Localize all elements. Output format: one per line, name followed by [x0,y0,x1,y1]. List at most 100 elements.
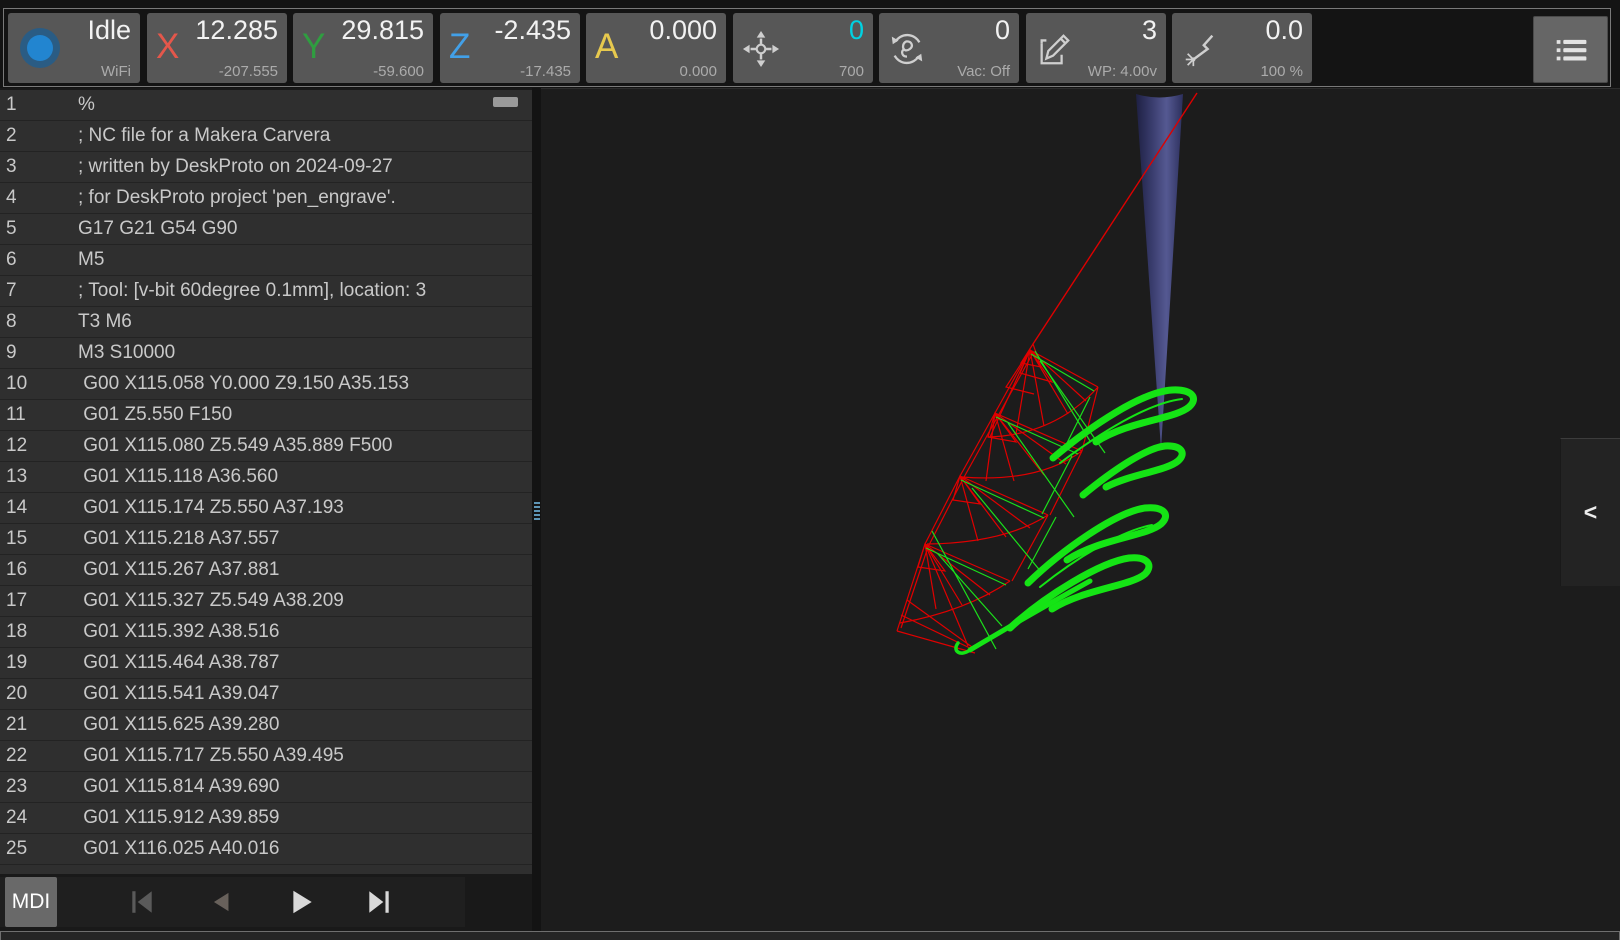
spindle-rotation-icon [888,30,926,68]
feed-move-hooks [1010,390,1194,628]
laser-cell[interactable]: 0.0 100 % [1172,13,1312,83]
gcode-line-number: 16 [0,559,78,581]
gcode-line-text: M3 S10000 [78,342,175,364]
gcode-line[interactable]: 2; NC file for a Makera Carvera [0,121,532,152]
gcode-line-number: 18 [0,621,78,643]
menu-button[interactable] [1533,16,1608,83]
gcode-line-text: G01 X115.717 Z5.550 A39.495 [78,745,344,767]
step-back-button[interactable] [208,888,236,916]
toolpath-3d-viewport[interactable]: < [541,88,1620,931]
gcode-line[interactable]: 3; written by DeskProto on 2024-09-27 [0,152,532,183]
gcode-line-number: 17 [0,590,78,612]
gcode-line[interactable]: 5G17 G21 G54 G90 [0,214,532,245]
axis-machine-value-x: -207.555 [219,63,278,80]
axis-value-y: 29.815 [341,13,424,47]
gcode-line-number: 23 [0,776,78,798]
tool-cell[interactable]: 3 WP: 4.00v [1026,13,1166,83]
splitter-grip-icon [533,502,540,522]
gcode-line-text: ; NC file for a Makera Carvera [78,125,330,147]
gcode-line-text: G01 X115.814 A39.690 [78,776,279,798]
gcode-line[interactable]: 21 G01 X115.625 A39.280 [0,710,532,741]
gcode-line-number: 1 [0,94,78,116]
gcode-line-number: 5 [0,218,78,240]
gcode-line[interactable]: 8T3 M6 [0,307,532,338]
gcode-line-number: 9 [0,342,78,364]
axis-cell-x[interactable]: X 12.285 -207.555 [147,13,287,83]
gcode-line[interactable]: 7; Tool: [v-bit 60degree 0.1mm], locatio… [0,276,532,307]
gcode-line[interactable]: 14 G01 X115.174 Z5.550 A37.193 [0,493,532,524]
gcode-line[interactable]: 20 G01 X115.541 A39.047 [0,679,532,710]
gcode-line[interactable]: 22 G01 X115.717 Z5.550 A39.495 [0,741,532,772]
play-button[interactable] [288,888,316,916]
collapse-chevron-icon: < [1584,501,1597,524]
gcode-line-number: 4 [0,187,78,209]
axis-value-z: -2.435 [494,13,571,47]
vacuum-status: Vac: Off [957,63,1010,80]
gcode-line[interactable]: 25 G01 X116.025 A40.016 [0,834,532,865]
gcode-line-number: 6 [0,249,78,271]
gcode-line[interactable]: 6M5 [0,245,532,276]
gcode-line[interactable]: 12 G01 X115.080 Z5.549 A35.889 F500 [0,431,532,462]
gcode-line-text: % [78,94,95,116]
workpiece-probe-voltage: WP: 4.00v [1088,63,1157,80]
gcode-line-text: G17 G21 G54 G90 [78,218,238,240]
gcode-line[interactable]: 4; for DeskProto project 'pen_engrave'. [0,183,532,214]
gcode-scrollbar-thumb[interactable] [493,97,518,107]
axis-value-x: 12.285 [195,13,278,47]
laser-value: 0.0 [1265,13,1303,47]
gcode-line[interactable]: 13 G01 X115.118 A36.560 [0,462,532,493]
gcode-line-text: G01 X115.080 Z5.549 A35.889 F500 [78,435,392,457]
gcode-line-number: 15 [0,528,78,550]
axis-cell-y[interactable]: Y 29.815 -59.600 [293,13,433,83]
machine-state: Idle [87,13,131,47]
gcode-line[interactable]: 15 G01 X115.218 A37.557 [0,524,532,555]
top-status-bar: Idle WiFi X 12.285 -207.555 Y 29.815 -59… [0,0,1620,88]
gcode-line-text: G00 X115.058 Y0.000 Z9.150 A35.153 [78,373,409,395]
gcode-line[interactable]: 11 G01 Z5.550 F150 [0,400,532,431]
axis-cell-z[interactable]: Z -2.435 -17.435 [440,13,580,83]
axis-value-a: 0.000 [649,13,717,47]
mdi-input-strip[interactable] [0,931,1620,940]
tool-number: 3 [1142,13,1157,47]
gcode-line-text: G01 X115.912 A39.859 [78,807,279,829]
feedrate-cell[interactable]: 0 700 [733,13,873,83]
axis-label-x: X [156,29,179,64]
gcode-line[interactable]: 19 G01 X115.464 A38.787 [0,648,532,679]
gcode-line[interactable]: 23 G01 X115.814 A39.690 [0,772,532,803]
axis-cell-a[interactable]: A 0.000 0.000 [586,13,726,83]
gcode-line[interactable]: 24 G01 X115.912 A39.859 [0,803,532,834]
gcode-line[interactable]: 18 G01 X115.392 A38.516 [0,617,532,648]
gcode-line-text: G01 Z5.550 F150 [78,404,232,426]
gcode-line-number: 3 [0,156,78,178]
gcode-line-text: G01 X115.118 A36.560 [78,466,278,488]
jog-arrows-icon [742,30,780,68]
gcode-line-number: 13 [0,466,78,488]
side-panel-toggle[interactable]: < [1560,438,1620,586]
gcode-line-number: 21 [0,714,78,736]
gcode-line-text: G01 X115.174 Z5.550 A37.193 [78,497,344,519]
gcode-line[interactable]: 10 G00 X115.058 Y0.000 Z9.150 A35.153 [0,369,532,400]
gcode-line[interactable]: 1% [0,90,532,121]
spindle-cell[interactable]: 0 Vac: Off [879,13,1019,83]
gcode-line-text: ; written by DeskProto on 2024-09-27 [78,156,393,178]
skip-start-icon [128,888,156,916]
axis-machine-value-z: -17.435 [520,63,571,80]
axis-label-z: Z [449,29,470,64]
skip-to-start-button[interactable] [128,888,156,916]
gcode-line-text: G01 X115.541 A39.047 [78,683,279,705]
gcode-line[interactable]: 16 G01 X115.267 A37.881 [0,555,532,586]
gcode-line-number: 19 [0,652,78,674]
mdi-button[interactable]: MDI [5,877,57,927]
axis-label-a: A [595,29,618,64]
gcode-line[interactable]: 9M3 S10000 [0,338,532,369]
connection-status-cell[interactable]: Idle WiFi [8,13,140,83]
gcode-line-text: G01 X115.267 A37.881 [78,559,279,581]
gcode-line-text: ; for DeskProto project 'pen_engrave'. [78,187,396,209]
connection-type: WiFi [101,63,131,80]
gcode-partial-row [0,865,532,874]
gcode-line[interactable]: 17 G01 X115.327 Z5.549 A38.209 [0,586,532,617]
skip-to-end-button[interactable] [365,888,393,916]
gcode-line-number: 2 [0,125,78,147]
panel-splitter[interactable] [532,88,541,931]
playback-controls-area: MDI [0,874,532,931]
